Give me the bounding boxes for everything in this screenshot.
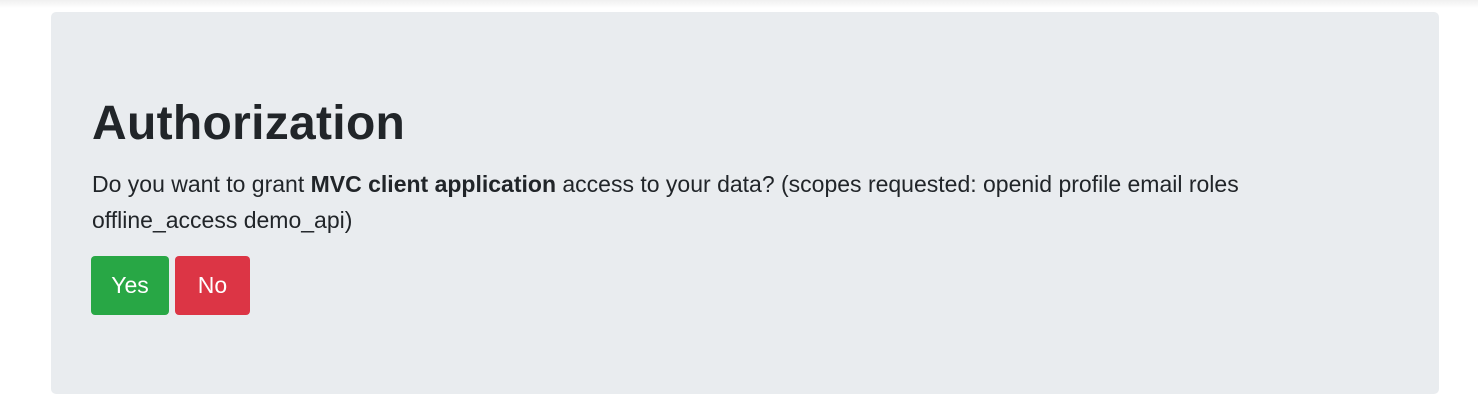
consent-message-prefix: Do you want to grant xyxy=(92,171,311,197)
consent-message: Do you want to grant MVC client applicat… xyxy=(92,166,1302,238)
authorization-panel: Authorization Do you want to grant MVC c… xyxy=(51,12,1439,394)
top-edge-shadow xyxy=(0,0,1478,8)
yes-button[interactable]: Yes xyxy=(91,256,169,315)
page-title: Authorization xyxy=(92,97,406,150)
consent-button-group: Yes No xyxy=(91,256,250,315)
client-application-name: MVC client application xyxy=(310,171,556,197)
no-button[interactable]: No xyxy=(175,256,250,315)
